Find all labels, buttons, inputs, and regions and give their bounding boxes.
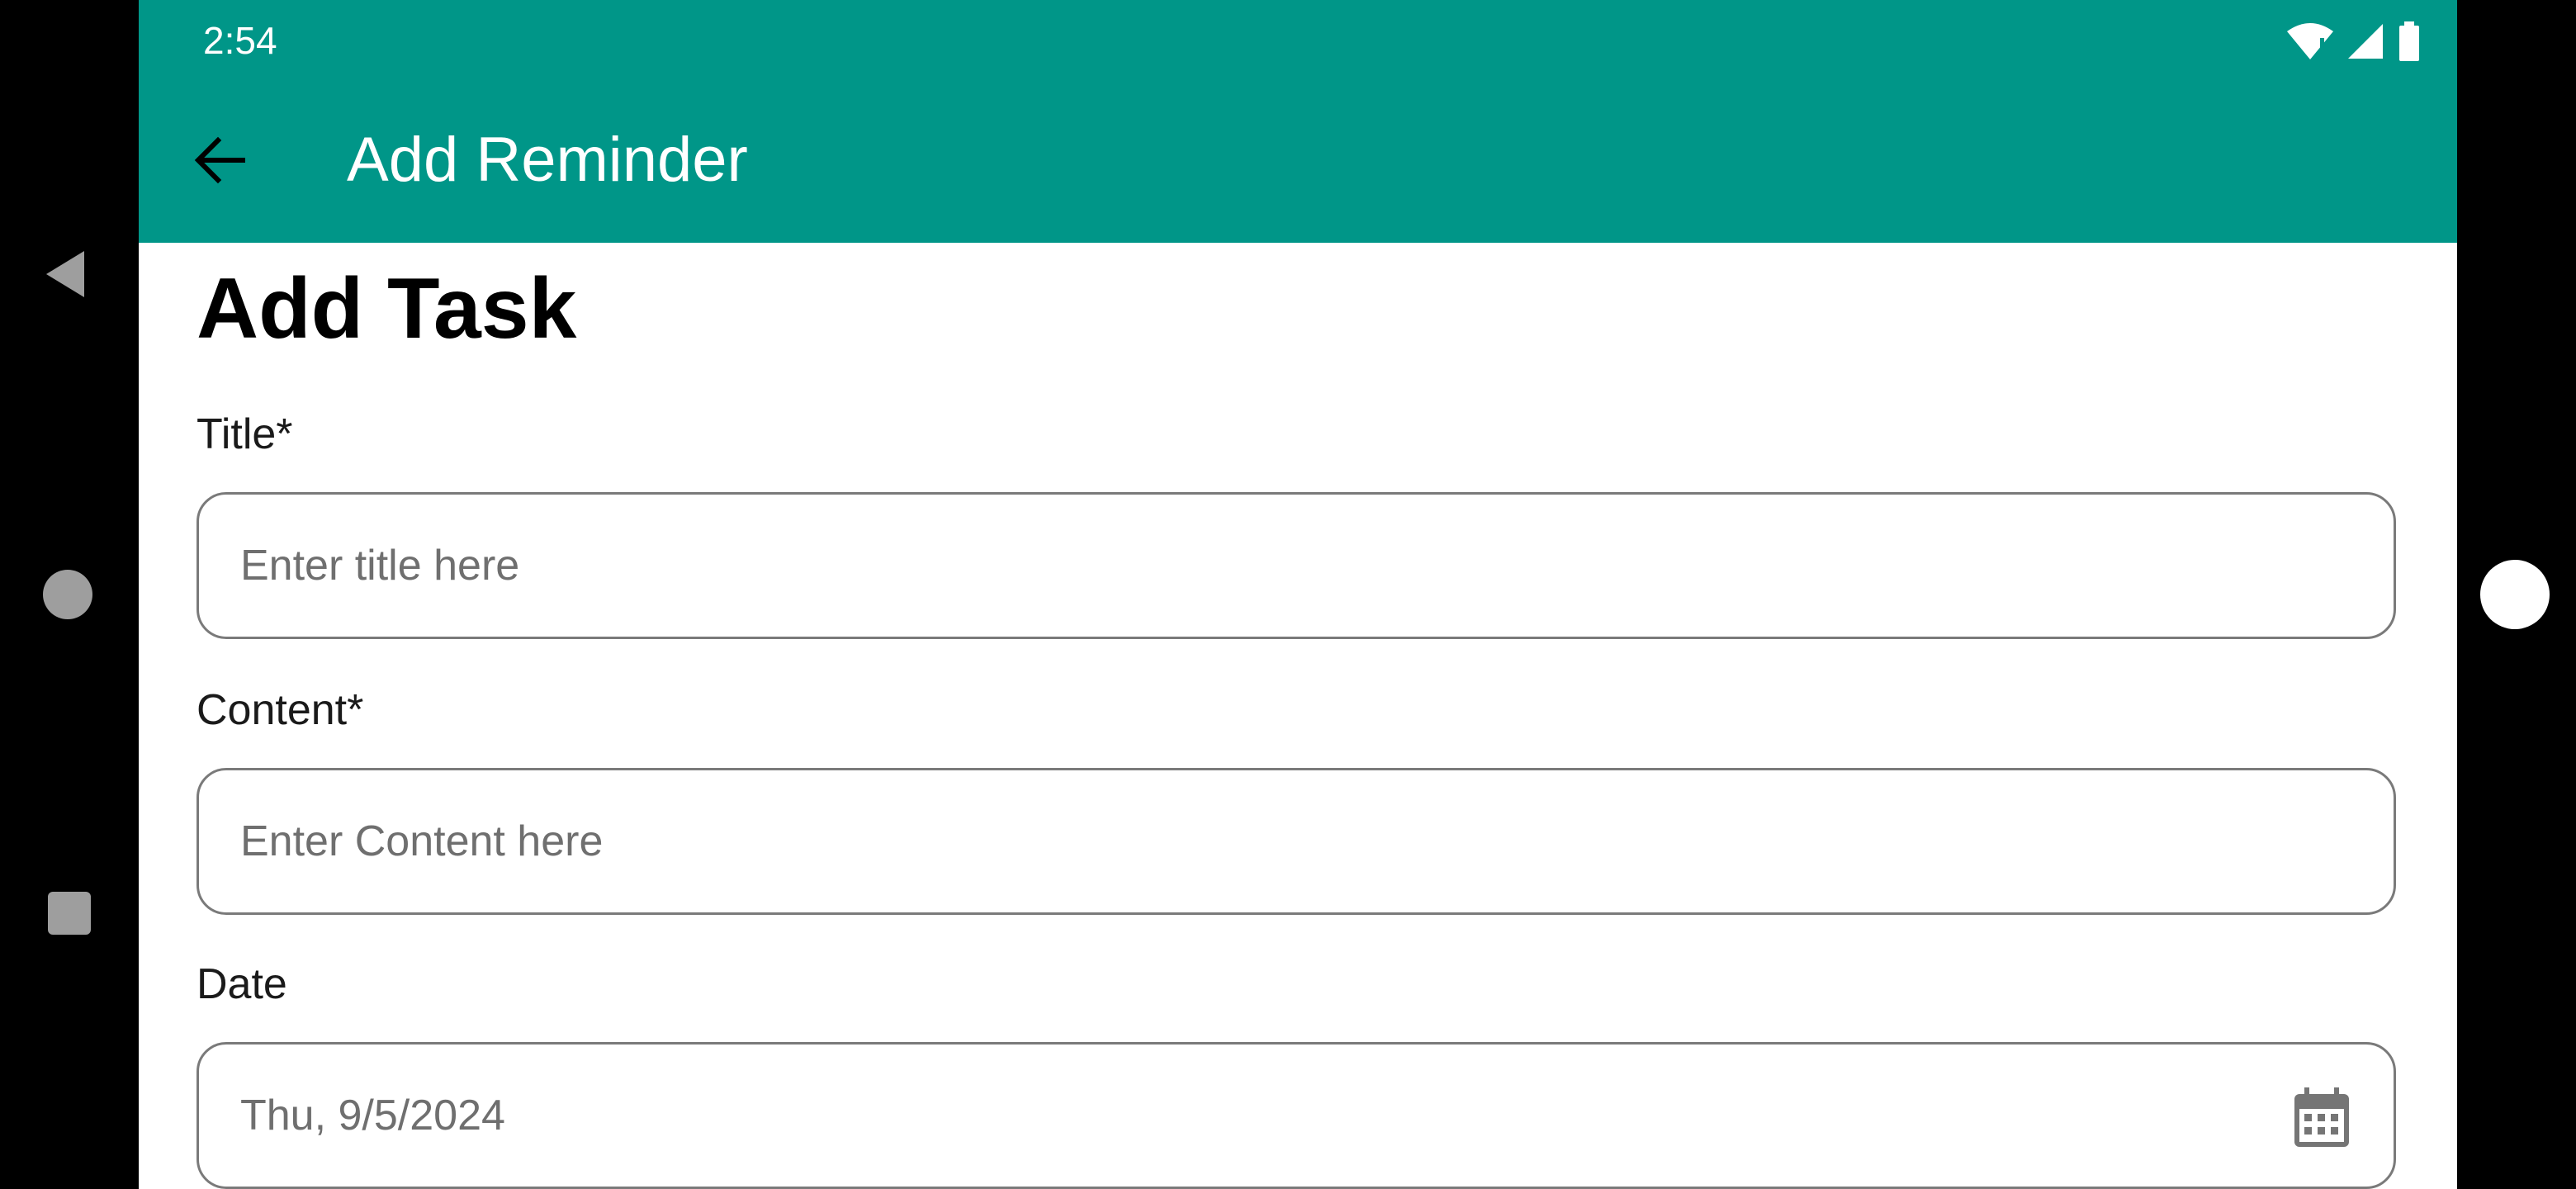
cellular-signal-icon [2348,24,2383,59]
date-value: Thu, 9/5/2024 [240,1092,505,1139]
nav-back-button[interactable] [41,248,94,301]
camera-cutout [2480,560,2550,629]
content-label: Content* [197,686,364,734]
calendar-icon[interactable] [2293,1087,2351,1149]
arrow-back-icon[interactable] [192,132,248,188]
title-label: Title* [197,410,293,458]
date-field[interactable]: Thu, 9/5/2024 [197,1042,2396,1189]
title-input-placeholder: Enter title here [240,542,520,590]
status-icons [2287,18,2421,64]
wifi-alert-icon [2287,23,2333,59]
date-label: Date [197,960,287,1008]
device-side [2457,0,2576,1189]
content-input[interactable]: Enter Content here [197,768,2396,915]
title-input[interactable]: Enter title here [197,492,2396,639]
nav-home-button[interactable] [41,568,94,621]
app-bar-title: Add Reminder [347,125,748,195]
nav-recents-button[interactable] [46,890,92,936]
system-navigation-bar [0,0,139,1189]
content-input-placeholder: Enter Content here [240,817,604,865]
form-content: Add Task Title* Enter title here Content… [139,243,2457,1189]
battery-icon [2399,21,2419,61]
app-screen: 2:54 Add Reminder Add Task Title* Enter … [139,0,2457,1189]
device-frame: 2:54 Add Reminder Add Task Title* Enter … [0,0,2576,1189]
page-title: Add Task [197,261,577,357]
status-time: 2:54 [203,19,277,62]
app-bar: 2:54 Add Reminder [139,0,2457,243]
